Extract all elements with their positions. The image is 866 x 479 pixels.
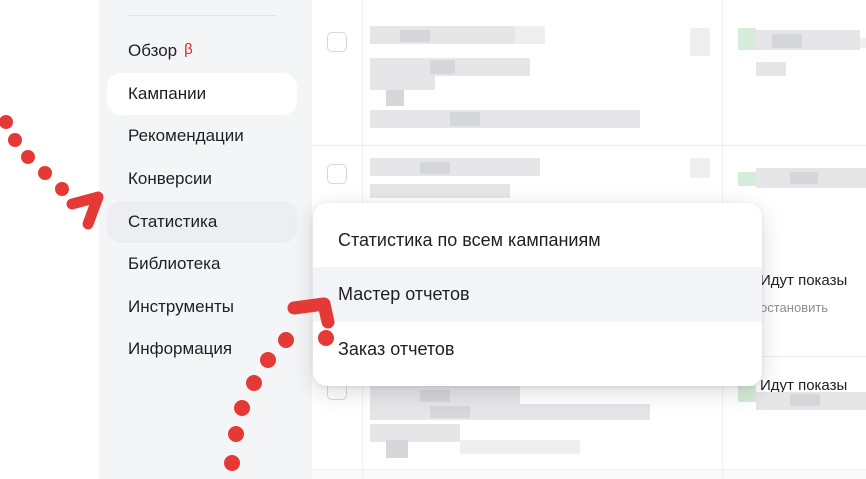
sidebar-item-information[interactable]: Информация: [107, 328, 297, 370]
sidebar-item-recommendations[interactable]: Рекомендации: [107, 115, 297, 157]
sidebar-item-label: Конверсии: [128, 169, 212, 188]
sidebar-item-tools[interactable]: Инструменты: [107, 286, 297, 328]
menu-item-all-campaigns-stats[interactable]: Статистика по всем кампаниям: [313, 213, 762, 268]
sidebar-item-label: Обзор: [128, 41, 178, 60]
sidebar-item-label: Кампании: [128, 84, 207, 103]
sidebar-item-conversions[interactable]: Конверсии: [107, 158, 297, 200]
sidebar-item-label: Информация: [128, 339, 233, 358]
sidebar-item-campaigns[interactable]: Кампании: [107, 73, 297, 115]
row-checkbox[interactable]: [327, 164, 347, 184]
sidebar-item-label: Библиотека: [128, 254, 221, 273]
statistics-dropdown-menu: Статистика по всем кампаниям Мастер отче…: [313, 203, 762, 386]
divider: [127, 15, 277, 16]
sidebar-item-label: Инструменты: [128, 297, 235, 316]
app-window: Идут показы остановить Идут показы Обзор…: [0, 0, 866, 479]
stop-campaign-link[interactable]: остановить: [760, 300, 828, 315]
menu-item-report-wizard[interactable]: Мастер отчетов: [313, 267, 762, 322]
menu-item-order-reports[interactable]: Заказ отчетов: [313, 322, 762, 377]
sidebar-item-label: Рекомендации: [128, 126, 244, 145]
sidebar-item-library[interactable]: Библиотека: [107, 243, 297, 285]
row-checkbox[interactable]: [327, 32, 347, 52]
campaign-status: Идут показы: [760, 272, 848, 289]
redacted-content: [370, 26, 515, 44]
sidebar-item-overview[interactable]: Обзор β: [107, 30, 297, 72]
sidebar-item-statistics[interactable]: Статистика: [107, 201, 297, 243]
beta-badge: β: [184, 40, 193, 58]
sidebar-item-label: Статистика: [128, 212, 218, 231]
